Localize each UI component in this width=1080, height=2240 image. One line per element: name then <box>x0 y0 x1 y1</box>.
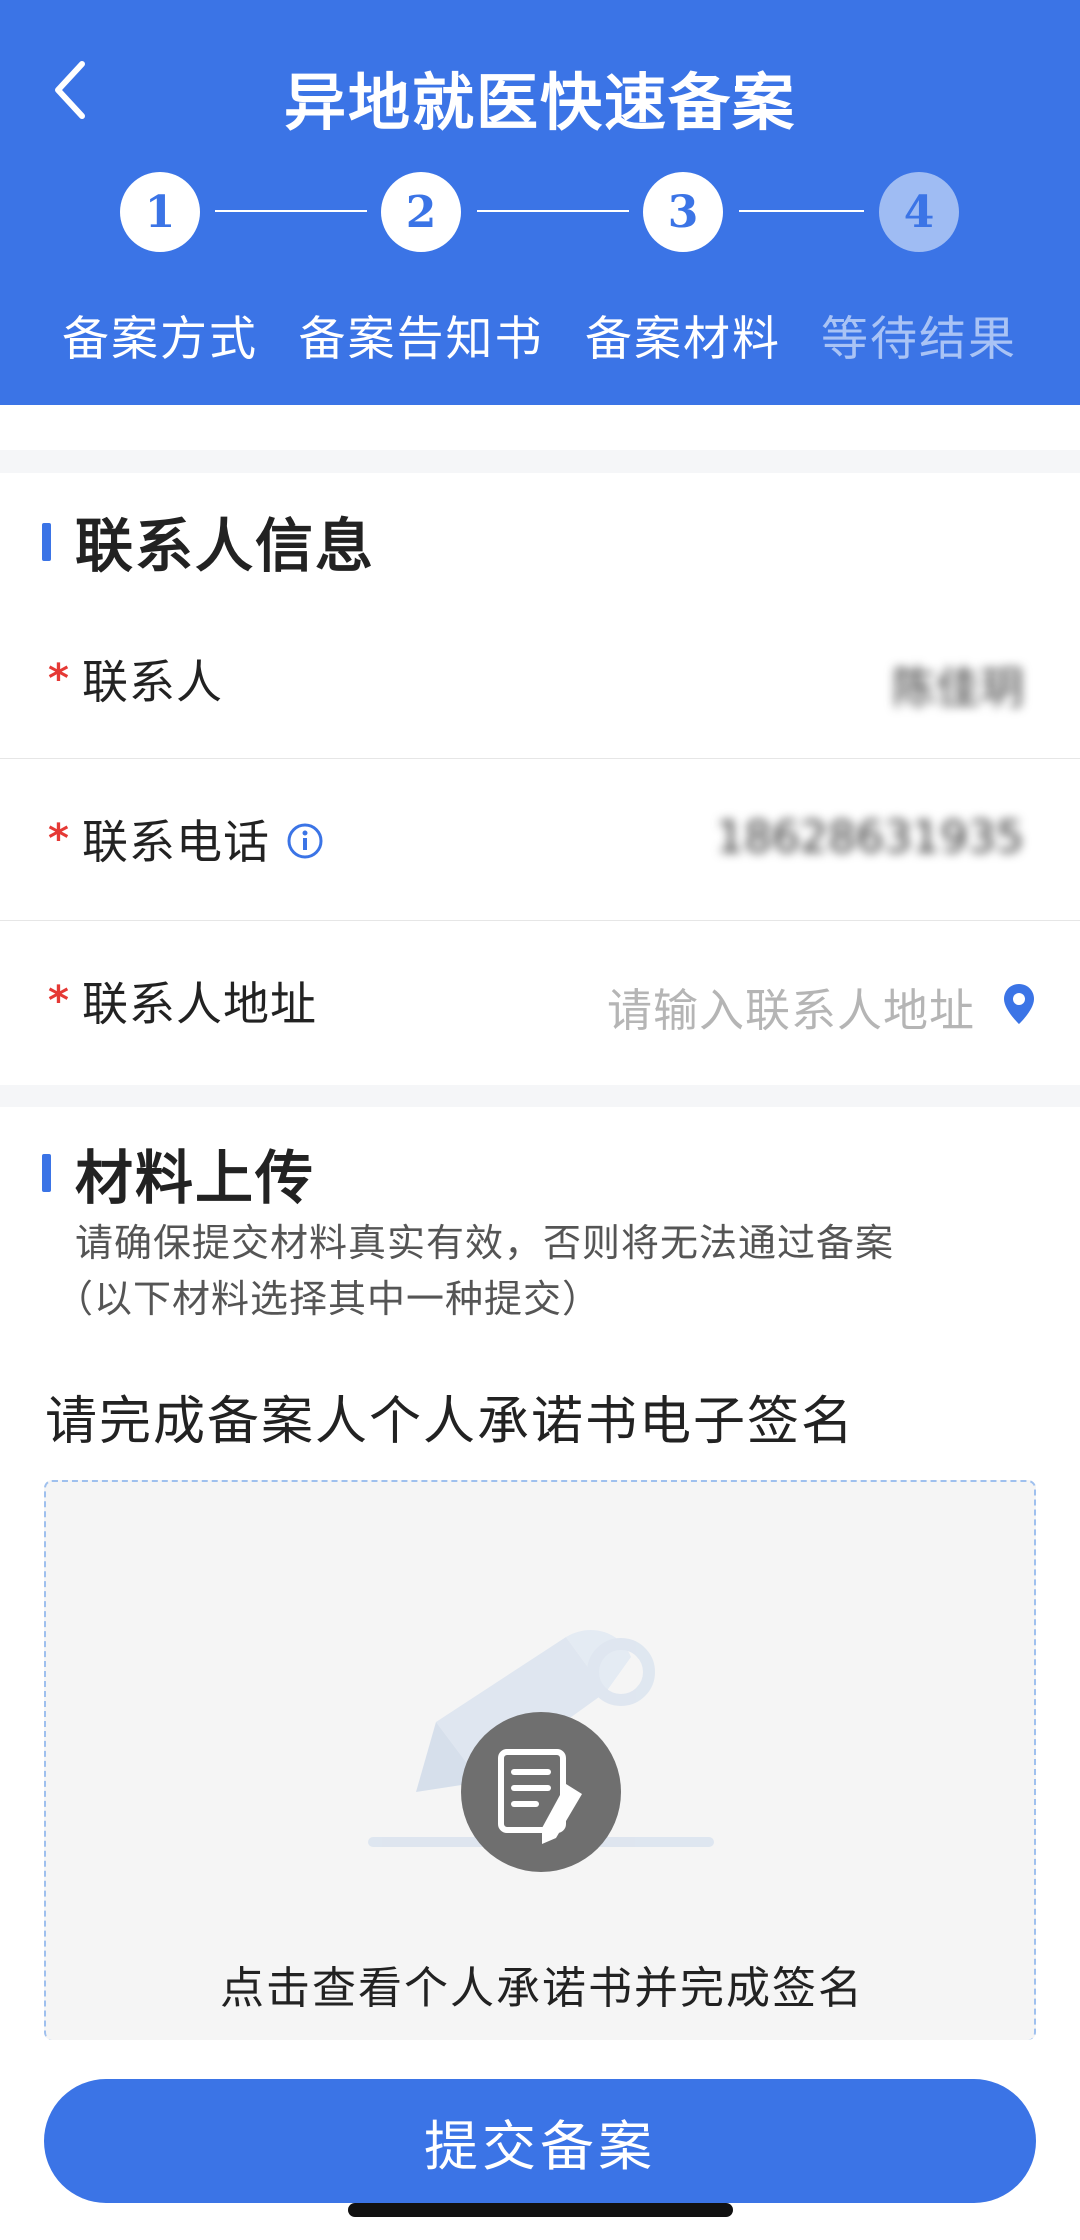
row-divider <box>0 758 1080 759</box>
submit-button[interactable]: 提交备案 <box>44 2079 1036 2203</box>
contact-name-value: 陈佳玥 <box>892 663 1024 714</box>
contact-address-row[interactable]: * 联系人地址 请输入联系人地址 <box>0 922 1080 1082</box>
upload-desc-line2: （以下材料选择其中一种提交） <box>55 1277 602 1321</box>
signature-illustration <box>368 1629 714 1872</box>
row-divider <box>0 920 1080 921</box>
header-spacer <box>0 405 1080 450</box>
header-bar: 异地就医快速备案 1 2 3 4 备案方式 备案告知书 备案材料 等待结果 <box>0 0 1080 405</box>
step-2-label: 备案告知书 <box>298 312 544 367</box>
signature-hint: 点击查看个人承诺书并完成签名 <box>220 1963 864 2014</box>
contact-phone-label: 联系电话 <box>82 815 270 869</box>
signature-title: 请完成备案人个人承诺书电子签名 <box>45 1392 856 1452</box>
section-accent-bar <box>42 1154 51 1192</box>
step-2-indicator: 2 <box>381 172 461 252</box>
info-icon[interactable] <box>286 822 324 860</box>
contact-address-input[interactable]: 请输入联系人地址 <box>607 974 975 1039</box>
contact-name-label: 联系人 <box>82 655 223 709</box>
required-mark: * <box>48 656 69 702</box>
contact-name-row[interactable]: * 联系人 陈佳玥 <box>0 600 1080 760</box>
step-1-label: 备案方式 <box>62 312 258 367</box>
section-title-upload: 材料上传 <box>75 1144 316 1212</box>
contact-phone-value: 18628631935 <box>716 812 1024 863</box>
step-connector <box>477 210 629 212</box>
home-indicator <box>348 2203 733 2217</box>
required-mark: * <box>48 978 69 1024</box>
step-connector <box>215 210 367 212</box>
step-1-indicator: 1 <box>120 172 200 252</box>
step-3-label: 备案材料 <box>585 312 781 367</box>
step-connector <box>739 210 864 212</box>
signature-area[interactable]: 点击查看个人承诺书并完成签名 <box>44 1480 1036 2040</box>
step-4-indicator: 4 <box>879 172 959 252</box>
section-accent-bar <box>42 523 51 561</box>
upload-desc-line1: 请确保提交材料真实有效，否则将无法通过备案 <box>75 1221 895 1265</box>
document-pen-icon <box>461 1712 621 1872</box>
location-pin-icon[interactable] <box>1002 982 1036 1026</box>
step-4-label: 等待结果 <box>821 312 1017 367</box>
step-3-indicator: 3 <box>643 172 723 252</box>
upload-description: 请确保提交材料真实有效，否则将无法通过备案 （以下材料选择其中一种提交） <box>55 1215 895 1327</box>
contact-address-label: 联系人地址 <box>82 977 317 1031</box>
section-title-contact: 联系人信息 <box>75 512 376 580</box>
contact-phone-row[interactable]: * 联系电话 18628631935 <box>0 760 1080 920</box>
required-mark: * <box>48 816 69 862</box>
page-title: 异地就医快速备案 <box>283 66 796 139</box>
contact-section: 联系人信息 * 联系人 陈佳玥 * 联系电话 18628631935 * 联系人… <box>0 473 1080 1085</box>
